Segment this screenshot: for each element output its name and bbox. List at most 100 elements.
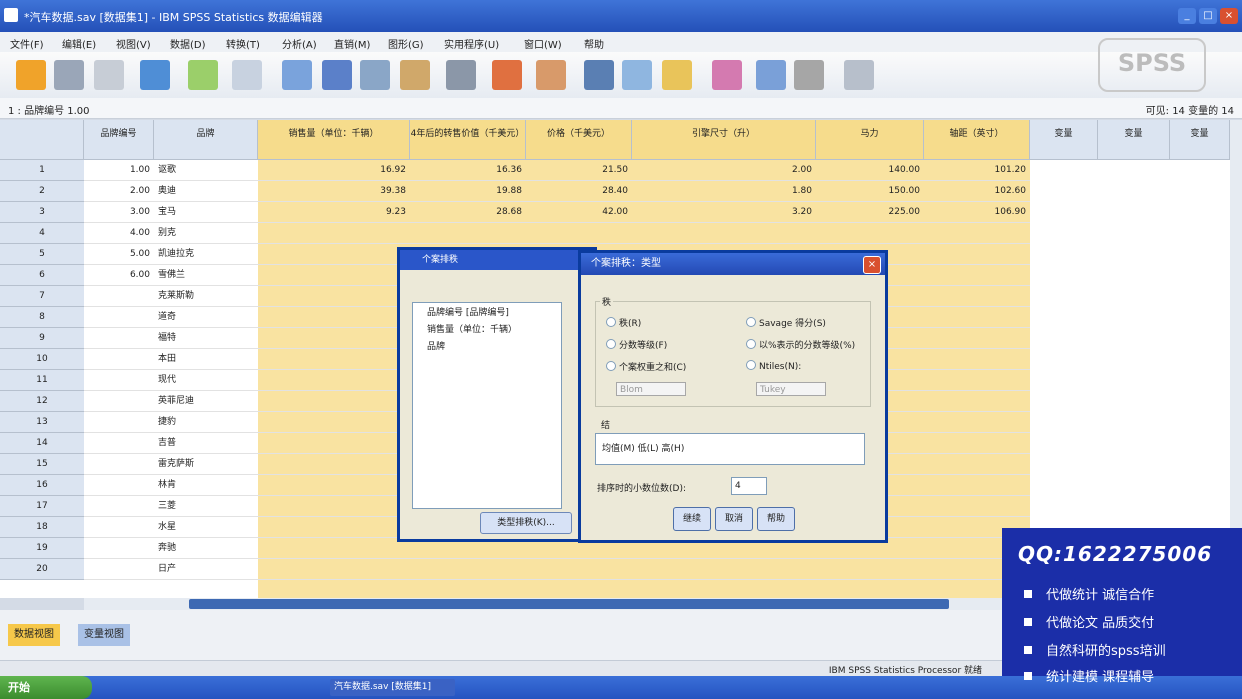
start-button[interactable]: 开始 bbox=[0, 676, 92, 699]
table-cell[interactable]: 宝马 bbox=[154, 202, 258, 223]
table-cell[interactable] bbox=[84, 349, 154, 370]
column-header[interactable]: 品牌 bbox=[154, 120, 258, 160]
row-number[interactable]: 17 bbox=[0, 496, 84, 517]
decimals-input[interactable]: 4 bbox=[731, 477, 767, 495]
row-number[interactable]: 8 bbox=[0, 307, 84, 328]
row-number[interactable]: 3 bbox=[0, 202, 84, 223]
table-cell[interactable]: 2.00 bbox=[84, 181, 154, 202]
table-cell[interactable]: 水星 bbox=[154, 517, 258, 538]
row-number[interactable]: 15 bbox=[0, 454, 84, 475]
table-cell[interactable]: 捷豹 bbox=[154, 412, 258, 433]
row-number[interactable]: 19 bbox=[0, 538, 84, 559]
table-cell[interactable]: 本田 bbox=[154, 349, 258, 370]
savage-option[interactable]: Savage 得分(S) bbox=[746, 316, 826, 329]
table-cell[interactable]: 奥迪 bbox=[154, 181, 258, 202]
table-cell[interactable]: 福特 bbox=[154, 328, 258, 349]
table-cell[interactable]: 28.68 bbox=[410, 202, 526, 223]
row-number[interactable]: 13 bbox=[0, 412, 84, 433]
table-cell[interactable] bbox=[258, 307, 410, 328]
list-item[interactable]: 销售量（单位：千辆） bbox=[413, 320, 561, 337]
save-icon[interactable] bbox=[54, 60, 84, 90]
table-cell[interactable]: 讴歌 bbox=[154, 160, 258, 181]
tab-data-view[interactable]: 数据视图 bbox=[8, 624, 60, 646]
sum-weights-option[interactable]: 个案权重之和(C) bbox=[606, 360, 686, 373]
table-cell[interactable] bbox=[258, 538, 410, 559]
table-cell[interactable] bbox=[924, 391, 1030, 412]
goto-case-icon[interactable] bbox=[282, 60, 312, 90]
row-number[interactable]: 14 bbox=[0, 433, 84, 454]
table-cell[interactable] bbox=[84, 454, 154, 475]
table-cell[interactable]: 克莱斯勒 bbox=[154, 286, 258, 307]
table-cell[interactable]: 106.90 bbox=[924, 202, 1030, 223]
table-cell[interactable]: 6.00 bbox=[84, 265, 154, 286]
table-cell[interactable]: 三菱 bbox=[154, 496, 258, 517]
rank-types-button[interactable]: 类型排秩(K)... bbox=[480, 512, 572, 534]
table-cell[interactable]: 雷克萨斯 bbox=[154, 454, 258, 475]
column-header[interactable]: 引擎尺寸（升） bbox=[632, 120, 816, 160]
table-cell[interactable]: 现代 bbox=[154, 370, 258, 391]
table-cell[interactable]: 1.00 bbox=[84, 160, 154, 181]
continue-button[interactable]: 继续 bbox=[673, 507, 711, 531]
table-cell[interactable]: 21.50 bbox=[526, 160, 632, 181]
row-number[interactable]: 9 bbox=[0, 328, 84, 349]
select-cases-icon[interactable] bbox=[662, 60, 692, 90]
table-cell[interactable] bbox=[84, 496, 154, 517]
column-header[interactable]: 马力 bbox=[816, 120, 924, 160]
table-cell[interactable] bbox=[632, 223, 816, 244]
menu-window[interactable]: 窗口(W) bbox=[524, 36, 562, 51]
close-button[interactable]: × bbox=[1220, 8, 1238, 24]
table-cell[interactable]: 102.60 bbox=[924, 181, 1030, 202]
table-cell[interactable]: 16.92 bbox=[258, 160, 410, 181]
run-descriptives-icon[interactable] bbox=[400, 60, 430, 90]
table-cell[interactable] bbox=[258, 286, 410, 307]
row-number[interactable]: 11 bbox=[0, 370, 84, 391]
table-cell[interactable]: 16.36 bbox=[410, 160, 526, 181]
column-header[interactable]: 销售量（单位：千辆） bbox=[258, 120, 410, 160]
table-cell[interactable]: 28.40 bbox=[526, 181, 632, 202]
table-cell[interactable]: 3.20 bbox=[632, 202, 816, 223]
ntiles-option[interactable]: Ntiles(N): bbox=[746, 360, 801, 372]
table-cell[interactable] bbox=[84, 391, 154, 412]
table-cell[interactable] bbox=[924, 454, 1030, 475]
table-cell[interactable]: 凯迪拉克 bbox=[154, 244, 258, 265]
table-cell[interactable]: 别克 bbox=[154, 223, 258, 244]
table-cell[interactable]: 奔驰 bbox=[154, 538, 258, 559]
row-number[interactable]: 16 bbox=[0, 475, 84, 496]
table-cell[interactable] bbox=[924, 244, 1030, 265]
table-cell[interactable] bbox=[924, 265, 1030, 286]
weight-cases-icon[interactable] bbox=[622, 60, 652, 90]
table-cell[interactable]: 雪佛兰 bbox=[154, 265, 258, 286]
table-cell[interactable] bbox=[84, 517, 154, 538]
table-cell[interactable]: 日产 bbox=[154, 559, 258, 580]
column-header[interactable]: 变量 bbox=[1098, 120, 1170, 160]
table-cell[interactable] bbox=[924, 496, 1030, 517]
table-cell[interactable] bbox=[924, 433, 1030, 454]
table-cell[interactable] bbox=[258, 349, 410, 370]
maximize-button[interactable]: □ bbox=[1199, 8, 1217, 24]
row-number[interactable]: 1 bbox=[0, 160, 84, 181]
table-cell[interactable]: 19.88 bbox=[410, 181, 526, 202]
menu-transform[interactable]: 转换(T) bbox=[226, 36, 260, 51]
print-icon[interactable] bbox=[94, 60, 124, 90]
table-cell[interactable] bbox=[258, 412, 410, 433]
table-cell[interactable] bbox=[526, 223, 632, 244]
row-number[interactable]: 20 bbox=[0, 559, 84, 580]
table-cell[interactable] bbox=[258, 370, 410, 391]
table-cell[interactable] bbox=[924, 328, 1030, 349]
table-cell[interactable]: 英菲尼迪 bbox=[154, 391, 258, 412]
cancel-button[interactable]: 取消 bbox=[715, 507, 753, 531]
split-file-icon[interactable] bbox=[584, 60, 614, 90]
menu-help[interactable]: 帮助 bbox=[584, 36, 604, 51]
row-number[interactable]: 2 bbox=[0, 181, 84, 202]
show-all-variables-icon[interactable] bbox=[794, 60, 824, 90]
goto-variable-icon[interactable] bbox=[322, 60, 352, 90]
ties-field[interactable]: 均值(M) 低(L) 高(H) bbox=[595, 433, 865, 465]
table-cell[interactable]: 2.00 bbox=[632, 160, 816, 181]
row-number[interactable]: 10 bbox=[0, 349, 84, 370]
table-cell[interactable] bbox=[924, 475, 1030, 496]
row-number[interactable]: 12 bbox=[0, 391, 84, 412]
menu-utilities[interactable]: 实用程序(U) bbox=[444, 36, 499, 51]
variables-icon[interactable] bbox=[360, 60, 390, 90]
table-cell[interactable] bbox=[84, 328, 154, 349]
list-item[interactable]: 品牌编号 [品牌编号] bbox=[413, 303, 561, 320]
